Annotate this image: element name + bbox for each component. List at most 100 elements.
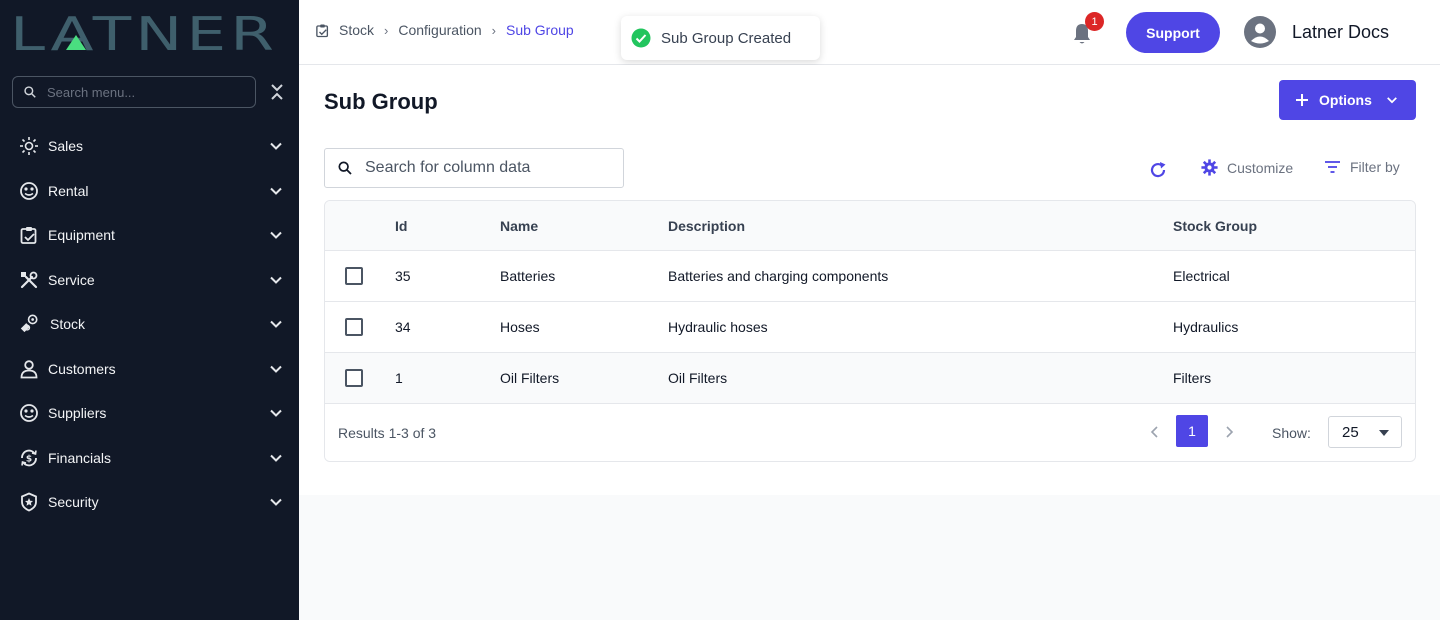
table-footer: Results 1-3 of 3 1 Show: 25: [325, 404, 1415, 461]
chevron-down-icon: [1386, 97, 1397, 104]
sidebar-nav: Sales Rental Equipment Service Stock Cus…: [0, 124, 299, 525]
notification-badge: 1: [1085, 12, 1104, 31]
chevron-down-icon: [270, 321, 282, 329]
user-menu[interactable]: Latner Docs: [1244, 16, 1389, 48]
column-header-stock-group[interactable]: Stock Group: [1173, 218, 1257, 234]
search-icon: [24, 86, 36, 98]
row-checkbox[interactable]: [345, 369, 363, 387]
caret-down-icon: [1379, 430, 1389, 436]
cell-id: 35: [395, 268, 411, 284]
toast-message: Sub Group Created: [661, 29, 792, 47]
page-size-select[interactable]: 25: [1328, 416, 1402, 448]
sidebar-item-equipment[interactable]: Equipment: [0, 213, 299, 258]
sidebar-item-stock[interactable]: Stock: [0, 302, 299, 347]
chevron-down-icon: [270, 276, 282, 284]
row-checkbox[interactable]: [345, 267, 363, 285]
table-row[interactable]: 35 Batteries Batteries and charging comp…: [325, 251, 1415, 302]
sidebar-item-rental[interactable]: Rental: [0, 169, 299, 214]
column-header-description[interactable]: Description: [668, 218, 745, 234]
results-count: Results 1-3 of 3: [338, 425, 437, 441]
sales-icon: [19, 136, 39, 156]
success-toast: Sub Group Created: [621, 16, 820, 60]
rental-icon: [19, 181, 39, 201]
latner-logo[interactable]: LATNER: [10, 13, 280, 53]
sidebar-item-suppliers[interactable]: Suppliers: [0, 391, 299, 436]
plus-icon: [1296, 94, 1308, 106]
column-search[interactable]: [324, 148, 624, 188]
user-name: Latner Docs: [1292, 21, 1390, 42]
menu-search-input[interactable]: [47, 84, 237, 100]
check-circle-icon: [631, 28, 651, 48]
gear-icon: [1201, 159, 1218, 176]
cell-id: 1: [395, 370, 403, 386]
sidebar-item-label: Customers: [48, 360, 116, 377]
sidebar-item-label: Security: [48, 494, 99, 511]
chevron-right-icon: ›: [491, 22, 496, 38]
chevron-down-icon: [270, 454, 282, 462]
refresh-icon[interactable]: [1148, 160, 1168, 180]
chevron-down-icon: [270, 187, 282, 195]
chevron-down-icon: [270, 232, 282, 240]
breadcrumb-sub-group: Sub Group: [505, 22, 574, 38]
sidebar-item-label: Rental: [48, 182, 89, 199]
chevron-down-icon: [270, 499, 282, 507]
sidebar-item-customers[interactable]: Customers: [0, 347, 299, 392]
options-button[interactable]: Options: [1279, 80, 1416, 120]
menu-search[interactable]: [12, 76, 256, 108]
avatar-icon: [1244, 16, 1276, 48]
page-title: Sub Group: [324, 89, 438, 114]
page-number-button[interactable]: 1: [1176, 415, 1208, 447]
cell-name: Oil Filters: [500, 370, 560, 386]
cell-description: Batteries and charging components: [668, 268, 889, 284]
row-checkbox[interactable]: [345, 318, 363, 336]
svg-text:LATNER: LATNER: [10, 13, 278, 53]
main-content: Sub Group Options Customize Filter by Id…: [299, 65, 1440, 495]
sidebar-item-label: Sales: [48, 138, 84, 155]
service-icon: [19, 270, 39, 290]
sidebar-item-service[interactable]: Service: [0, 258, 299, 303]
support-button[interactable]: Support: [1126, 12, 1220, 53]
chevron-down-icon: [270, 143, 282, 151]
top-header: Stock › Configuration › Sub Group Sub Gr…: [299, 0, 1440, 65]
sidebar-item-label: Equipment: [48, 227, 115, 244]
financials-icon: $: [19, 448, 39, 468]
cell-id: 34: [395, 319, 411, 335]
table-row[interactable]: 34 Hoses Hydraulic hoses Hydraulics: [325, 302, 1415, 353]
svg-text:$: $: [26, 454, 32, 464]
customize-button[interactable]: Customize: [1201, 159, 1293, 176]
sidebar-item-label: Stock: [50, 316, 86, 333]
stock-icon: [19, 314, 39, 334]
page-size-value: 25: [1342, 423, 1359, 441]
search-icon: [338, 161, 352, 175]
cell-stock-group: Electrical: [1173, 268, 1230, 284]
sidebar-item-security[interactable]: Security: [0, 480, 299, 525]
sidebar-item-label: Suppliers: [48, 405, 107, 422]
cell-description: Hydraulic hoses: [668, 319, 768, 335]
sidebar-item-financials[interactable]: $ Financials: [0, 436, 299, 481]
column-header-id[interactable]: Id: [395, 218, 407, 234]
chevron-right-icon[interactable]: [1221, 423, 1237, 441]
sidebar-item-sales[interactable]: Sales: [0, 124, 299, 169]
table-header: Id Name Description Stock Group: [325, 201, 1415, 251]
suppliers-icon: [19, 403, 39, 423]
filter-icon: [1325, 161, 1340, 173]
breadcrumb: Stock › Configuration › Sub Group: [315, 22, 574, 38]
chevron-down-icon: [270, 365, 282, 373]
cell-stock-group: Filters: [1173, 370, 1212, 386]
filter-button[interactable]: Filter by: [1324, 159, 1400, 175]
customers-icon: [19, 359, 39, 379]
sidebar: LATNER Sales Rental Equipment Service: [0, 0, 299, 620]
column-header-name[interactable]: Name: [500, 218, 538, 234]
cell-name: Hoses: [500, 319, 540, 335]
stock-module-icon: [316, 24, 329, 37]
sidebar-item-label: Service: [48, 271, 95, 288]
cell-stock-group: Hydraulics: [1173, 319, 1239, 335]
cell-name: Batteries: [500, 268, 556, 284]
collapse-sidebar-icon[interactable]: [268, 82, 286, 102]
breadcrumb-stock[interactable]: Stock: [339, 22, 374, 38]
table-row[interactable]: 1 Oil Filters Oil Filters Filters: [325, 353, 1415, 404]
chevron-left-icon[interactable]: [1147, 423, 1163, 441]
column-search-input[interactable]: [365, 159, 605, 177]
sidebar-item-label: Financials: [48, 449, 112, 466]
breadcrumb-configuration[interactable]: Configuration: [398, 22, 481, 38]
